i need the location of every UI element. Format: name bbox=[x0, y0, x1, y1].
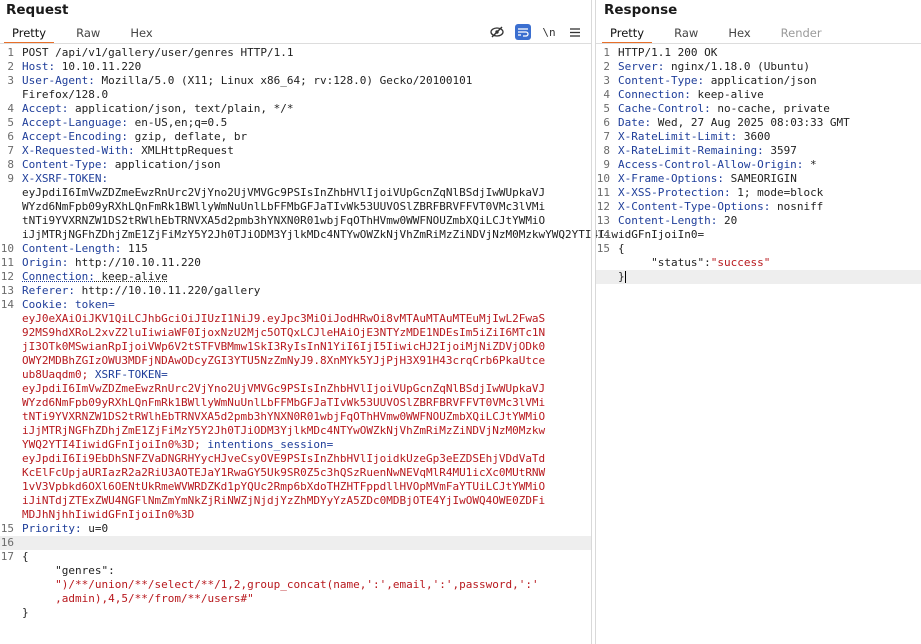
code-line: .jI3OTk0MSwianRpIjoiVWp6V2tSTFVBMmw1SkI3… bbox=[22, 340, 546, 353]
code-line: 2 Server: nginx/1.18.0 (Ubuntu) bbox=[603, 60, 811, 73]
request-pane: Request Pretty Raw Hex \n 1 POST /api/v1/… bbox=[0, 0, 705, 644]
code-line: .eyJ0eXAiOiJKV1QiLCJhbGciOiJIUzI1NiJ9.ey… bbox=[22, 312, 546, 325]
code-line: .KcElFcUpjaURIazR2a2RiU3AOTEJaY1RwaGY5Uk… bbox=[22, 466, 546, 479]
code-line: .tNTi9YVXRNZW1DS2tRWlhEbTRNVXA5d2pmb3hYN… bbox=[22, 214, 546, 227]
code-line: .eyJpdiI6Ii9EbDhSNFZVaDNGRHYycHJveCsyOVE… bbox=[22, 452, 546, 465]
code-line: 8 Content-Type: application/json bbox=[7, 158, 221, 171]
code-line: 10 Content-Length: 115 bbox=[0, 242, 148, 255]
code-line: . ")/**/union/**/select/**/1,2,group_con… bbox=[55, 578, 539, 591]
code-line: 6 Date: Wed, 27 Aug 2025 08:03:33 GMT bbox=[603, 116, 850, 129]
menu-icon[interactable] bbox=[567, 24, 583, 40]
tab-pretty[interactable]: Pretty bbox=[602, 25, 653, 44]
code-line: .Firefox/128.0 bbox=[22, 88, 109, 101]
code-line: .eyJpdiI6ImVwZDZmeEwzRnUrc2VjYno2UjVMVGc… bbox=[22, 186, 546, 199]
tab-raw[interactable]: Raw bbox=[666, 25, 706, 42]
tab-hex[interactable]: Hex bbox=[122, 25, 160, 42]
response-title: Response bbox=[604, 2, 678, 18]
newline-icon[interactable]: \n bbox=[541, 24, 557, 40]
code-line: 10 X-Frame-Options: SAMEORIGIN bbox=[596, 172, 797, 185]
code-line: . ,admin),4,5/**/from/**/users#" bbox=[55, 592, 254, 605]
code-line: 15{ bbox=[596, 242, 625, 255]
code-line: 12 X-Content-Type-Options: nosniff bbox=[596, 200, 824, 213]
code-line: 11 X-XSS-Protection: 1; mode=block bbox=[596, 186, 824, 199]
code-line: 3 Content-Type: application/json bbox=[603, 74, 817, 87]
request-title: Request bbox=[6, 2, 69, 18]
code-line: .iJjMTRjNGFhZDhjZmE1ZjFiMzY5Y2Jh0TJiODM3… bbox=[22, 228, 705, 241]
code-line: 5 Accept-Language: en-US,en;q=0.5 bbox=[7, 116, 228, 129]
response-tabs: Pretty Raw Hex Render bbox=[602, 25, 844, 44]
request-tabs: Pretty Raw Hex bbox=[4, 25, 175, 44]
request-toolbar: \n bbox=[489, 24, 583, 40]
request-editor[interactable]: 1 POST /api/v1/gallery/user/genres HTTP/1… bbox=[0, 46, 705, 620]
code-line: 9 X-XSRF-TOKEN: bbox=[7, 172, 109, 185]
code-line: 17{ bbox=[0, 550, 29, 563]
code-line: 5 Cache-Control: no-cache, private bbox=[603, 102, 830, 115]
tab-hex[interactable]: Hex bbox=[720, 25, 758, 42]
code-line: .WYzd6NmFpb09yRXhLQnFmRk1BWllyWmNuUnlLbF… bbox=[22, 396, 546, 409]
code-line: .WYzd6NmFpb09yRXhLQnFmRk1BWllyWmNuUnlLbF… bbox=[22, 200, 546, 213]
code-line: 11 Origin: http://10.10.11.220 bbox=[0, 256, 201, 269]
code-line: 13 Referer: http://10.10.11.220/gallery bbox=[0, 284, 261, 297]
tab-raw[interactable]: Raw bbox=[68, 25, 108, 42]
code-line: .OWY2MDBhZGIzOWU3MDFjNDAwODcyZGI3YTU5NzZ… bbox=[22, 354, 546, 367]
code-line: 14 bbox=[596, 228, 610, 241]
code-line: . "genres": bbox=[55, 564, 115, 577]
eye-off-icon[interactable] bbox=[489, 24, 505, 40]
code-line: 8 X-RateLimit-Remaining: 3597 bbox=[603, 144, 797, 157]
code-line: 7 X-Requested-With: XMLHttpRequest bbox=[7, 144, 234, 157]
code-line: 2 Host: 10.10.11.220 bbox=[7, 60, 142, 73]
code-line: 3 User-Agent: Mozilla/5.0 (X11; Linux x86… bbox=[7, 74, 473, 87]
code-line: .92MS9hdXRoL2xvZ2luIiwiaWF0IjoxNzU2Mjc5O… bbox=[22, 326, 546, 339]
code-line: .tNTi9YVXRNZW1DS2tRWlhEbTRNVXA5d2pmb3hYN… bbox=[22, 410, 546, 423]
code-line: 12 Connection: keep-alive bbox=[0, 270, 168, 283]
code-line: 15 Priority: u=0 bbox=[0, 522, 109, 535]
response-editor[interactable]: 1 HTTP/1.1 200 OK 2 Server: nginx/1.18.0 (… bbox=[596, 46, 921, 284]
tab-render[interactable]: Render bbox=[773, 25, 830, 42]
code-line: . "status":"success" bbox=[651, 256, 771, 269]
code-line: .} bbox=[596, 270, 921, 284]
text-cursor bbox=[624, 271, 626, 283]
code-line: .YWQ2YTI4IiwidGFnIjoiIn0%3D; intentions_… bbox=[22, 438, 334, 451]
code-line: .1vV3Vpbkd6OXl6OENtUkRmeWVWRDZKd1pYQUc2R… bbox=[22, 480, 546, 493]
code-line: 4 Accept: application/json, text/plain, *… bbox=[7, 102, 294, 115]
code-line: .MDJhNjhhIiwidGFnIjoiIn0%3D bbox=[22, 508, 195, 521]
code-line: 6 Accept-Encoding: gzip, deflate, br bbox=[7, 130, 248, 143]
code-line: 14 Cookie: token= bbox=[0, 298, 115, 311]
response-pane: Response Pretty Raw Hex Render 1 HTTP/1.1… bbox=[596, 0, 921, 644]
code-line: .} bbox=[22, 606, 29, 619]
code-line: 4 Connection: keep-alive bbox=[603, 88, 764, 101]
code-line: 1 HTTP/1.1 200 OK bbox=[603, 46, 718, 59]
code-line: .iJjMTRjNGFhZDhjZmE1ZjFiMzY5Y2Jh0TJiODM3… bbox=[22, 424, 546, 437]
code-line: 16 bbox=[0, 536, 591, 550]
tab-pretty[interactable]: Pretty bbox=[4, 25, 55, 44]
code-line: .eyJpdiI6ImVwZDZmeEwzRnUrc2VjYno2UjVMVGc… bbox=[22, 382, 546, 395]
code-line: .iJiNTdjZTExZWU4NGFlNmZmYmNkZjRiNWZjNjdj… bbox=[22, 494, 546, 507]
code-line: .ub8Uaqdm0; XSRF-TOKEN= bbox=[22, 368, 168, 381]
code-line: 13 Content-Length: 20 bbox=[596, 214, 738, 227]
wrap-icon[interactable] bbox=[515, 24, 531, 40]
code-line: 1 POST /api/v1/gallery/user/genres HTTP/1… bbox=[7, 46, 294, 59]
code-line: 9 Access-Control-Allow-Origin: * bbox=[603, 158, 817, 171]
code-line: 7 X-RateLimit-Limit: 3600 bbox=[603, 130, 771, 143]
